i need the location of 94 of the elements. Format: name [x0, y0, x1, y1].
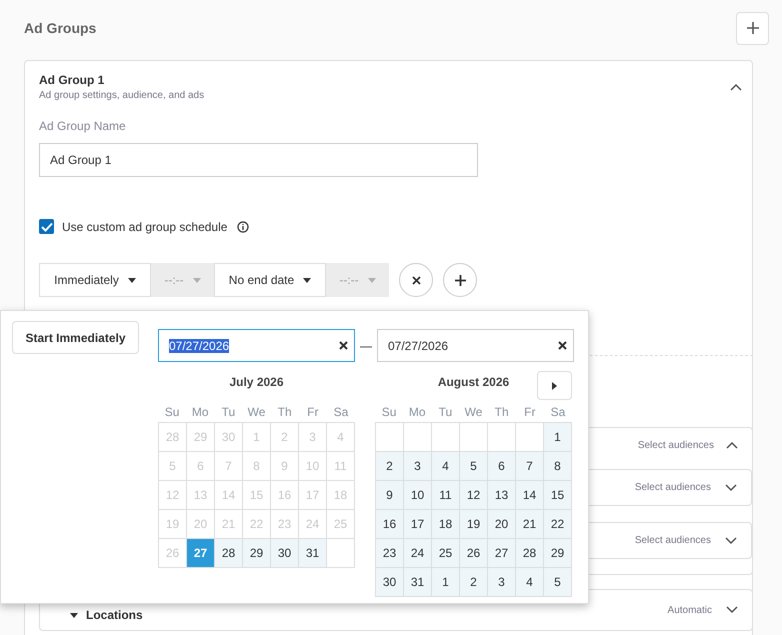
chevron-icon[interactable]	[726, 606, 738, 614]
day-cell[interactable]: 29	[243, 539, 271, 568]
day-cell[interactable]: 19	[460, 510, 488, 539]
day-cell[interactable]: 31	[299, 539, 327, 568]
day-cell[interactable]: 24	[404, 539, 432, 568]
day-cell[interactable]: 23	[376, 539, 404, 568]
clear-icon[interactable]	[339, 341, 348, 350]
weekday-label: We	[246, 404, 266, 421]
start-date-field[interactable]: 07/27/2026	[158, 329, 355, 362]
day-cell[interactable]: 1	[544, 423, 572, 452]
day-cell[interactable]: 30	[376, 568, 404, 597]
caret-icon	[192, 278, 201, 282]
day-cell[interactable]: 28	[516, 539, 544, 568]
weekday-label: Fr	[306, 404, 320, 421]
chevron-icon[interactable]	[725, 484, 737, 492]
locations-label: Locations	[86, 608, 143, 622]
day-cell[interactable]: 1	[432, 568, 460, 597]
day-cell[interactable]: 30	[271, 539, 299, 568]
chevron-icon[interactable]	[726, 441, 738, 449]
day-cell[interactable]: 6	[488, 452, 516, 481]
ad-group-title: Ad Group 1	[39, 73, 106, 87]
section-title: Ad Groups	[24, 20, 96, 36]
month-title: August 2026	[438, 375, 510, 389]
day-cell[interactable]: 17	[404, 510, 432, 539]
caret-icon	[368, 278, 376, 282]
locations-summary: Automatic	[668, 604, 712, 616]
weekday-label: We	[464, 404, 484, 421]
plus-icon	[746, 21, 760, 35]
chevron-icon[interactable]	[725, 536, 737, 544]
day-cell[interactable]: 5	[544, 568, 572, 597]
day-cell[interactable]: 8	[544, 452, 572, 481]
weekday-label: Mo	[190, 404, 210, 421]
day-cell[interactable]: 10	[404, 481, 432, 510]
schedule-dropdown[interactable]: No end date	[214, 263, 326, 297]
day-cell[interactable]: 2	[376, 452, 404, 481]
plus-icon	[454, 274, 466, 286]
checkbox[interactable]	[39, 219, 54, 234]
day-cell[interactable]: 15	[544, 481, 572, 510]
caret-icon	[128, 278, 136, 282]
end-date-field[interactable]: 07/27/2026	[377, 329, 574, 362]
day-cell[interactable]: 26	[460, 539, 488, 568]
ad-group-subtitle: Ad group settings, audience, and ads	[39, 90, 204, 101]
weekday-label: Th	[494, 404, 510, 421]
caret-icon	[303, 278, 312, 282]
audience-summary: Select audiences	[634, 535, 711, 546]
day-cell[interactable]: 14	[516, 481, 544, 510]
weekday-label: Sa	[332, 404, 350, 421]
day-cell[interactable]: 4	[516, 568, 544, 597]
day-cell[interactable]: 28	[215, 539, 243, 568]
day-cell[interactable]: 2	[460, 568, 488, 597]
ad-group-name-field[interactable]: Ad Group 1	[39, 143, 478, 177]
day-cell[interactable]: 3	[488, 568, 516, 597]
day-cell[interactable]: 29	[544, 539, 572, 568]
add-schedule-button[interactable]	[443, 263, 477, 297]
weekday-label: Tu	[220, 404, 236, 421]
day-cell[interactable]: 11	[432, 481, 460, 510]
clear-icon[interactable]	[558, 341, 567, 350]
caret-icon	[552, 382, 557, 390]
month-title: July 2026	[229, 375, 284, 389]
caret-icon	[70, 612, 78, 618]
weekday-label: Su	[380, 404, 398, 421]
weekday-label: Su	[164, 404, 180, 421]
day-cell[interactable]: 13	[488, 481, 516, 510]
day-cell[interactable]: 4	[432, 452, 460, 481]
audience-summary: Select audiences	[638, 440, 714, 450]
day-cell[interactable]: 31	[404, 568, 432, 597]
close-icon	[412, 276, 420, 284]
day-cell[interactable]: 27	[488, 539, 516, 568]
weekday-label: Sa	[550, 404, 566, 421]
day-cell[interactable]: 20	[488, 510, 516, 539]
start-immediately-button[interactable]: Start Immediately	[12, 321, 139, 354]
weekday-label: Mo	[408, 404, 427, 421]
day-cell[interactable]: 9	[376, 481, 404, 510]
day-cell[interactable]: 5	[460, 452, 488, 481]
day-cell[interactable]: 22	[544, 510, 572, 539]
day-cell[interactable]: 16	[376, 510, 404, 539]
weekday-label: Th	[276, 404, 293, 421]
weekday-label: Tu	[438, 404, 454, 421]
clear-button[interactable]	[399, 263, 433, 297]
add-button[interactable]	[736, 12, 769, 44]
info-icon[interactable]	[237, 220, 250, 232]
audience-summary: Select audiences	[634, 482, 711, 493]
day-cell[interactable]: 25	[432, 539, 460, 568]
range-separator: —	[360, 338, 372, 352]
day-cell[interactable]: 12	[460, 481, 488, 510]
day-cell[interactable]: 7	[516, 452, 544, 481]
checkbox-label: Use custom ad group schedule	[62, 220, 228, 234]
field-label: Ad Group Name	[39, 119, 127, 133]
day-cell[interactable]: 21	[516, 510, 544, 539]
day-cell[interactable]: 3	[404, 452, 432, 481]
weekday-label: Fr	[523, 404, 536, 421]
chevron-icon[interactable]	[730, 83, 742, 91]
day-cell[interactable]: 18	[432, 510, 460, 539]
schedule-dropdown[interactable]: Immediately	[39, 263, 151, 297]
